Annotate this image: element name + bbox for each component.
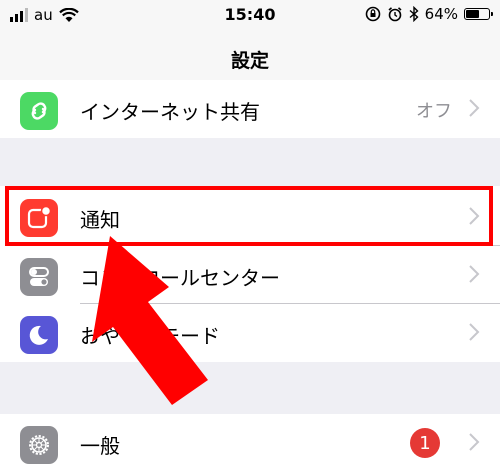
row-personal-hotspot[interactable]: インターネット共有 オフ <box>0 80 500 138</box>
settings-group-general: 一般 1 <box>0 414 500 474</box>
row-notifications[interactable]: 通知 <box>0 186 500 246</box>
chevron-right-icon <box>469 323 480 341</box>
battery-icon <box>464 8 493 20</box>
orientation-lock-icon <box>365 6 380 22</box>
battery-percent: 64% <box>424 5 458 23</box>
row-general[interactable]: 一般 1 <box>0 414 500 472</box>
status-right: 64% <box>365 5 493 23</box>
settings-group-network: インターネット共有 オフ <box>0 80 500 138</box>
notifications-icon <box>20 199 58 237</box>
status-bar: au 15:40 64% <box>0 0 500 36</box>
row-label: インターネット共有 <box>80 100 260 124</box>
row-label: コントロールセンター <box>80 266 280 290</box>
row-label: おやすみモード <box>80 324 220 348</box>
moon-icon <box>20 316 58 354</box>
update-badge: 1 <box>410 428 440 458</box>
alarm-icon <box>388 7 402 22</box>
row-label: 通知 <box>80 208 120 232</box>
page-title: 設定 <box>230 50 269 72</box>
row-do-not-disturb[interactable]: おやすみモード <box>0 304 500 362</box>
row-control-center[interactable]: コントロールセンター <box>0 246 500 304</box>
hotspot-icon <box>20 92 58 130</box>
battery-fill <box>466 10 479 18</box>
gear-icon <box>20 426 58 464</box>
chevron-right-icon <box>469 433 480 451</box>
chevron-right-icon <box>469 265 480 283</box>
bluetooth-icon <box>409 6 419 22</box>
settings-group-notifications: 通知 コントロールセンター おやすみモード <box>0 186 500 362</box>
chevron-right-icon <box>469 99 480 117</box>
row-label: 一般 <box>80 434 120 458</box>
chevron-right-icon <box>469 207 480 225</box>
row-value: オフ <box>416 101 452 122</box>
control-center-icon <box>20 258 58 296</box>
